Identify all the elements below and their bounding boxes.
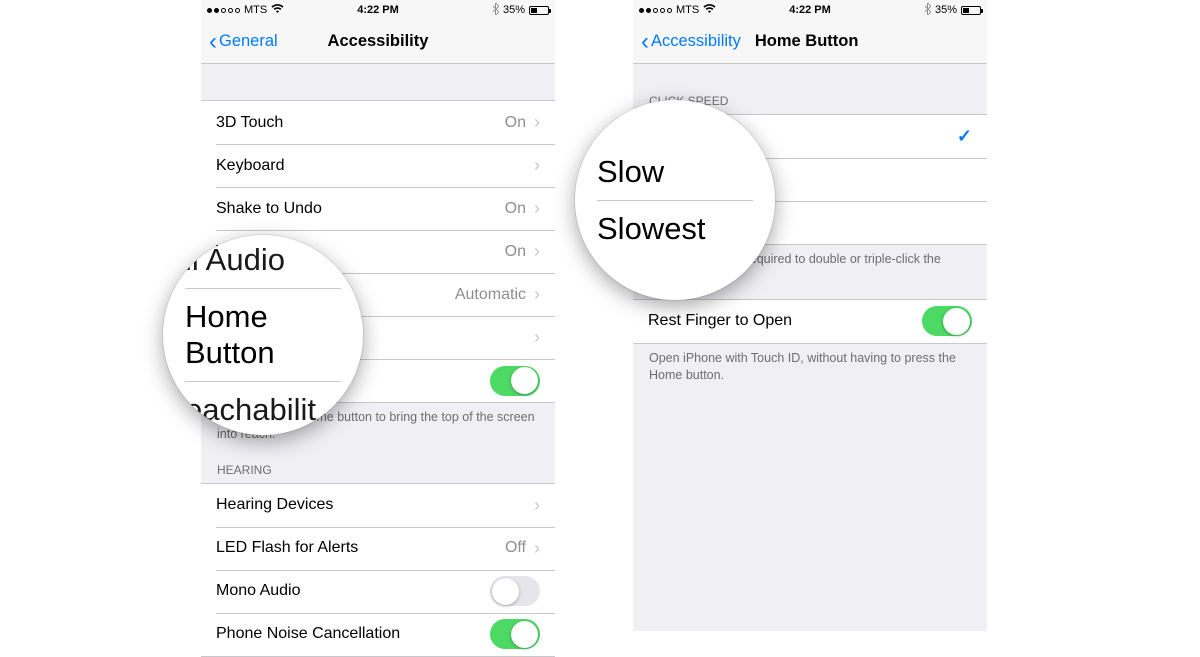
row-led-flash[interactable]: LED Flash for Alerts Off › bbox=[201, 527, 555, 570]
row-noise-cancellation[interactable]: Phone Noise Cancellation bbox=[201, 613, 555, 656]
row-speed-slowest[interactable]: Slowest bbox=[633, 201, 987, 244]
chevron-left-icon: ‹ bbox=[209, 30, 217, 54]
status-battery-pct: 35% bbox=[935, 4, 957, 16]
status-bar: MTS 4:22 PM 35% bbox=[633, 0, 987, 20]
toggle-noise-cancellation[interactable] bbox=[490, 619, 540, 649]
row-label: Mono Audio bbox=[216, 582, 301, 600]
row-label: Reachability bbox=[216, 372, 303, 390]
row-label: Hearing Devices bbox=[216, 496, 333, 514]
row-label: Call Audio Routing bbox=[216, 286, 348, 304]
back-label: General bbox=[219, 32, 278, 51]
row-speed-default[interactable]: Default ✓ bbox=[633, 115, 987, 158]
row-vibration[interactable]: Vibration On › bbox=[201, 230, 555, 273]
row-label: Phone Noise Cancellation bbox=[216, 625, 400, 643]
row-label: Vibration bbox=[216, 243, 279, 261]
rest-finger-group: Rest Finger to Open bbox=[633, 299, 987, 344]
interaction-group: 3D Touch On › Keyboard › Shake to Undo O… bbox=[201, 100, 555, 403]
row-value: On bbox=[505, 200, 526, 218]
row-label: Slowest bbox=[648, 214, 704, 232]
bluetooth-icon bbox=[492, 3, 499, 18]
wifi-icon bbox=[271, 4, 284, 17]
battery-icon bbox=[961, 6, 981, 15]
chevron-right-icon: › bbox=[534, 155, 540, 176]
bluetooth-icon bbox=[924, 3, 931, 18]
battery-icon bbox=[529, 6, 549, 15]
row-value: On bbox=[505, 114, 526, 132]
reachability-footer: Double-tap the home button to bring the … bbox=[201, 403, 555, 457]
row-shake-to-undo[interactable]: Shake to Undo On › bbox=[201, 187, 555, 230]
status-time: 4:22 PM bbox=[357, 4, 399, 16]
row-label: Shake to Undo bbox=[216, 200, 322, 218]
chevron-right-icon: › bbox=[534, 198, 540, 219]
row-3d-touch[interactable]: 3D Touch On › bbox=[201, 101, 555, 144]
phone-home-button: MTS 4:22 PM 35% ‹ Accessibility Home But… bbox=[633, 0, 987, 631]
row-label: 3D Touch bbox=[216, 114, 283, 132]
row-label: Rest Finger to Open bbox=[648, 312, 792, 330]
row-label: Keyboard bbox=[216, 157, 285, 175]
page-title: Home Button bbox=[755, 32, 859, 51]
row-hearing-devices[interactable]: Hearing Devices › bbox=[201, 484, 555, 527]
row-label: Slow bbox=[648, 171, 683, 189]
chevron-right-icon: › bbox=[534, 112, 540, 133]
status-carrier: MTS bbox=[676, 4, 699, 16]
row-label: LED Flash for Alerts bbox=[216, 539, 358, 557]
checkmark-icon: ✓ bbox=[957, 126, 972, 147]
status-carrier: MTS bbox=[244, 4, 267, 16]
chevron-right-icon: › bbox=[534, 284, 540, 305]
row-value: On bbox=[505, 243, 526, 261]
row-value: Off bbox=[505, 539, 526, 557]
chevron-right-icon: › bbox=[534, 241, 540, 262]
hearing-header: HEARING bbox=[201, 457, 555, 483]
phone-accessibility: MTS 4:22 PM 35% ‹ General Accessibility … bbox=[201, 0, 555, 631]
row-speed-slow[interactable]: Slow bbox=[633, 158, 987, 201]
toggle-reachability[interactable] bbox=[490, 366, 540, 396]
row-keyboard[interactable]: Keyboard › bbox=[201, 144, 555, 187]
row-reachability[interactable]: Reachability bbox=[201, 359, 555, 402]
toggle-rest-finger[interactable] bbox=[922, 306, 972, 336]
nav-bar: ‹ Accessibility Home Button bbox=[633, 20, 987, 64]
row-call-audio-routing[interactable]: Call Audio Routing Automatic › bbox=[201, 273, 555, 316]
toggle-mono-audio[interactable] bbox=[490, 576, 540, 606]
row-home-button[interactable]: Home Button › bbox=[201, 316, 555, 359]
status-battery-pct: 35% bbox=[503, 4, 525, 16]
page-title: Accessibility bbox=[328, 32, 429, 51]
rest-finger-footer: Open iPhone with Touch ID, without havin… bbox=[633, 344, 987, 398]
back-button[interactable]: ‹ General bbox=[209, 30, 278, 54]
click-speed-header: CLICK SPEED bbox=[633, 88, 987, 114]
click-speed-group: Default ✓ Slow Slowest bbox=[633, 114, 987, 245]
nav-bar: ‹ General Accessibility bbox=[201, 20, 555, 64]
back-button[interactable]: ‹ Accessibility bbox=[641, 30, 741, 54]
chevron-right-icon: › bbox=[534, 327, 540, 348]
chevron-right-icon: › bbox=[534, 495, 540, 516]
row-label: Default bbox=[648, 128, 699, 146]
chevron-right-icon: › bbox=[534, 538, 540, 559]
row-mono-audio[interactable]: Mono Audio bbox=[201, 570, 555, 613]
row-rest-finger[interactable]: Rest Finger to Open bbox=[633, 300, 987, 343]
status-time: 4:22 PM bbox=[789, 4, 831, 16]
wifi-icon bbox=[703, 4, 716, 17]
row-label: Home Button bbox=[216, 329, 309, 347]
chevron-left-icon: ‹ bbox=[641, 30, 649, 54]
status-bar: MTS 4:22 PM 35% bbox=[201, 0, 555, 20]
row-value: Automatic bbox=[455, 286, 526, 304]
back-label: Accessibility bbox=[651, 32, 741, 51]
click-speed-footer: Adjust the speed required to double or t… bbox=[633, 245, 987, 299]
